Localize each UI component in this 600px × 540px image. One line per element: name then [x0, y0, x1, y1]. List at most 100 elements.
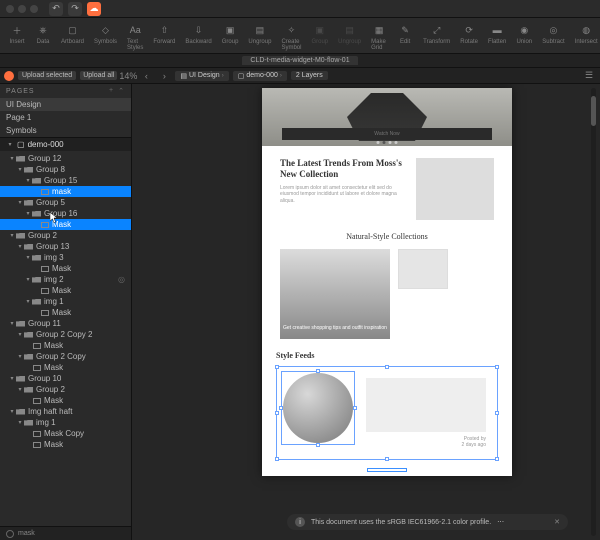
tool-subtract[interactable]: ◎Subtract: [537, 20, 569, 47]
resize-handle[interactable]: [275, 457, 279, 461]
layer-mask-6[interactable]: Mask: [0, 340, 131, 351]
trends-section[interactable]: The Latest Trends From Moss's New Collec…: [262, 146, 512, 232]
canvas[interactable]: Watch Now The Latest Trends From Moss's …: [132, 84, 600, 540]
tool-edit[interactable]: ✎Edit: [392, 20, 418, 47]
scrollbar-thumb[interactable]: [591, 96, 596, 126]
resize-handle[interactable]: [495, 411, 499, 415]
page-row-page1[interactable]: Page 1: [0, 111, 131, 124]
selection-frame[interactable]: Posted by2 days ago: [276, 366, 498, 460]
tool-intersect[interactable]: ◍Intersect: [570, 20, 600, 47]
layer-mask-9[interactable]: Mask: [0, 439, 131, 450]
layer-mask-8[interactable]: Mask: [0, 395, 131, 406]
layer-group-2-copy[interactable]: ▾Group 2 Copy: [0, 351, 131, 362]
toast-action[interactable]: ⋯: [497, 518, 504, 526]
tool-create-symbol[interactable]: ✧Create Symbol: [276, 20, 306, 53]
feed-card[interactable]: Posted by2 days ago: [361, 373, 491, 453]
carousel-dots[interactable]: [375, 139, 400, 146]
layer-group-15[interactable]: ▾Group 15: [0, 175, 131, 186]
layer-img-half[interactable]: ▾Img haft haft: [0, 406, 131, 417]
layer-group-16[interactable]: ▾Group 16: [0, 208, 131, 219]
hidden-icon[interactable]: ◎: [118, 275, 125, 284]
layer-group-10[interactable]: ▾Group 10: [0, 373, 131, 384]
natural-side-image[interactable]: [398, 249, 494, 339]
tool-insert[interactable]: ＋Insert: [4, 20, 30, 47]
tool-make-grid[interactable]: ▦Make Grid: [366, 20, 392, 53]
layer-mask-7[interactable]: Mask: [0, 362, 131, 373]
collapse-pages-icon[interactable]: ⌃: [118, 87, 125, 95]
breadcrumb-artboard[interactable]: ▢demo-000›: [233, 71, 287, 81]
canvas-scrollbar[interactable]: [591, 88, 596, 536]
trends-image-placeholder[interactable]: [416, 158, 494, 220]
tool-rotate[interactable]: ⟳Rotate: [455, 20, 483, 47]
tool-transform[interactable]: ⤢Transform: [418, 20, 455, 47]
redo-button[interactable]: ↷: [68, 2, 82, 16]
layer-mask-copy[interactable]: Mask Copy: [0, 428, 131, 439]
upload-selected-button[interactable]: Upload selected: [18, 71, 76, 80]
resize-handle[interactable]: [385, 365, 389, 369]
hero-section[interactable]: Watch Now: [262, 88, 512, 146]
tool-artboard[interactable]: ▢Artboard: [56, 20, 89, 47]
tool-forward[interactable]: ⇧Forward: [148, 20, 180, 47]
layer-group-12[interactable]: ▾Group 12: [0, 153, 131, 164]
natural-main-image[interactable]: Get creative shopping tips and outfit in…: [280, 249, 390, 339]
page-row-symbols[interactable]: Symbols: [0, 124, 131, 137]
tool-data[interactable]: ⎈Data: [30, 20, 56, 47]
layers-section-header[interactable]: ▾ ▢ demo-000: [0, 137, 131, 151]
tool-text-styles[interactable]: AaText Styles: [122, 20, 148, 53]
resize-handle[interactable]: [316, 369, 320, 373]
tool-backward[interactable]: ⇩Backward: [180, 20, 216, 47]
resize-handle[interactable]: [495, 457, 499, 461]
layer-group-8[interactable]: ▾Group 8: [0, 164, 131, 175]
layer-img-3[interactable]: ▾img 3: [0, 252, 131, 263]
tool-group[interactable]: ▣Group: [217, 20, 244, 47]
resize-handle[interactable]: [495, 365, 499, 369]
layer-mask-2[interactable]: Mask: [0, 219, 131, 230]
tool-symbols[interactable]: ◇Symbols: [89, 20, 122, 47]
selection-outline[interactable]: [367, 468, 407, 472]
layer-img-1a[interactable]: ▾img 1: [0, 296, 131, 307]
plugin-indicator-icon[interactable]: [4, 71, 14, 81]
layer-img-2[interactable]: ▾img 2◎: [0, 274, 131, 285]
layer-mask-5[interactable]: Mask: [0, 307, 131, 318]
cloud-button[interactable]: ☁: [87, 2, 101, 16]
tool-flatten[interactable]: ▬Flatten: [483, 20, 511, 47]
nav-back-button[interactable]: ‹: [139, 69, 153, 83]
inspector-toggle[interactable]: ☰: [582, 69, 596, 83]
breadcrumb-page[interactable]: ▤UI Design›: [175, 71, 228, 81]
page-row-ui-design[interactable]: UI Design: [0, 98, 131, 111]
zoom-icon[interactable]: [30, 5, 38, 13]
artboard-demo-000[interactable]: Watch Now The Latest Trends From Moss's …: [262, 88, 512, 476]
minimize-icon[interactable]: [18, 5, 26, 13]
tool-ungroup[interactable]: ▤Ungroup: [243, 20, 276, 47]
resize-handle[interactable]: [275, 411, 279, 415]
upload-all-button[interactable]: Upload all: [80, 71, 117, 80]
resize-handle[interactable]: [353, 406, 357, 410]
resize-handle[interactable]: [275, 365, 279, 369]
layer-mask-3[interactable]: Mask: [0, 263, 131, 274]
breadcrumb-layers[interactable]: 2 Layers: [291, 71, 328, 80]
filter-mask-icon[interactable]: [6, 530, 14, 538]
zoom-percent[interactable]: 14%: [121, 69, 135, 83]
layer-group-11[interactable]: ▾Group 11: [0, 318, 131, 329]
layer-group-2b[interactable]: ▾Group 2: [0, 384, 131, 395]
feeds-section[interactable]: Style Feeds: [276, 351, 498, 460]
layer-mask-4[interactable]: Mask: [0, 285, 131, 296]
layer-img-1b[interactable]: ▾img 1: [0, 417, 131, 428]
tool-union[interactable]: ◉Union: [511, 20, 537, 47]
layer-group-13[interactable]: ▾Group 13: [0, 241, 131, 252]
add-page-icon[interactable]: +: [109, 87, 114, 95]
nav-forward-button[interactable]: ›: [157, 69, 171, 83]
toast-close-icon[interactable]: ✕: [554, 518, 560, 526]
layer-tree[interactable]: ▾Group 12 ▾Group 8 ▾Group 15 mask ▾Group…: [0, 151, 131, 526]
close-icon[interactable]: [6, 5, 14, 13]
document-tab[interactable]: CLD-t-media-widget-M0-flow-01: [242, 56, 357, 65]
resize-handle[interactable]: [279, 406, 283, 410]
undo-button[interactable]: ↶: [49, 2, 63, 16]
resize-handle[interactable]: [385, 457, 389, 461]
layer-group-2-copy-2[interactable]: ▾Group 2 Copy 2: [0, 329, 131, 340]
resize-handle[interactable]: [316, 443, 320, 447]
layer-mask-1[interactable]: mask: [0, 186, 131, 197]
natural-section[interactable]: Natural-Style Collections Get creative s…: [280, 232, 494, 339]
layer-group-2a[interactable]: ▾Group 2: [0, 230, 131, 241]
feed-circle-image[interactable]: [283, 373, 353, 443]
